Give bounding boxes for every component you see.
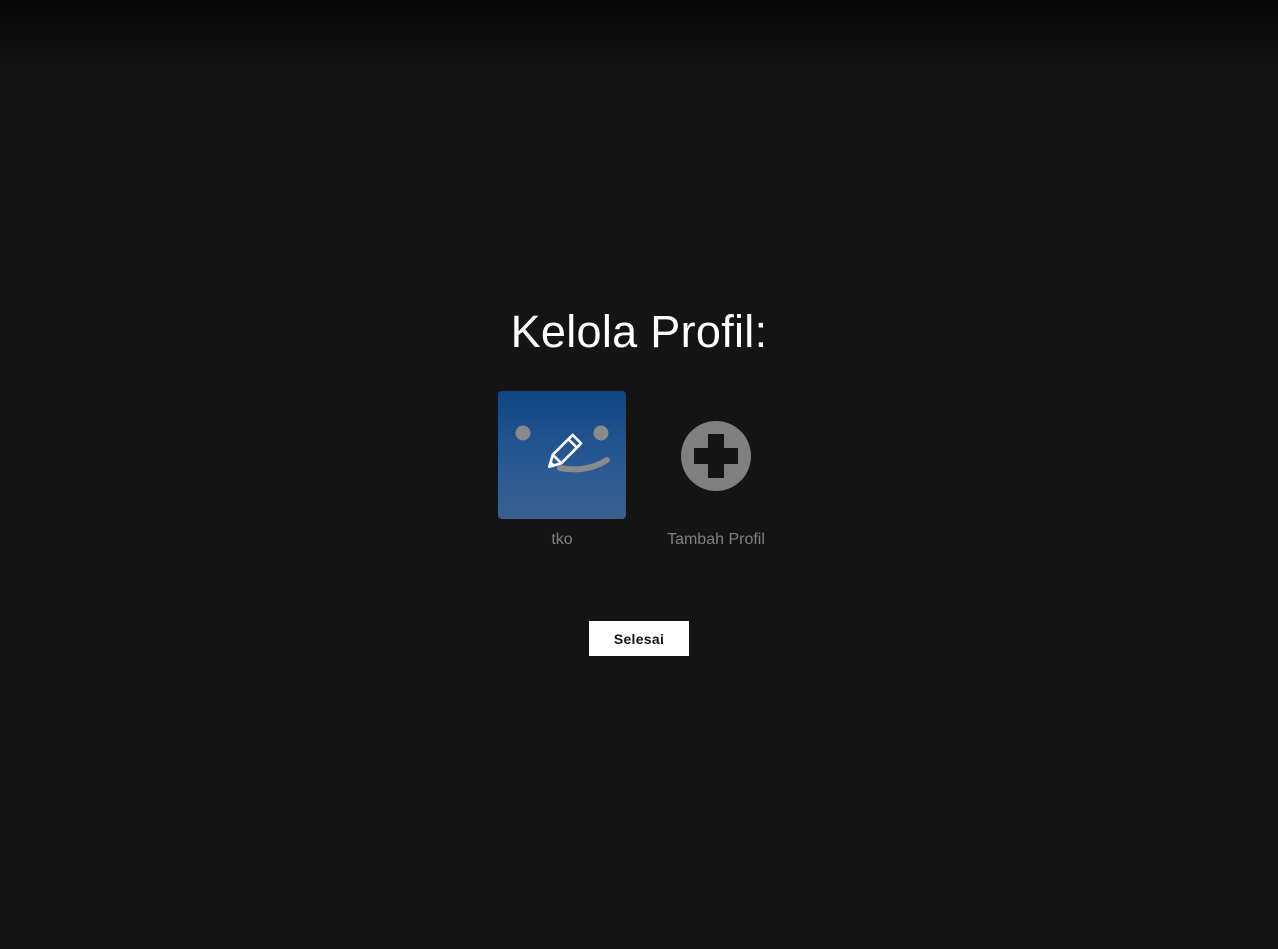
profile-item-tko[interactable]: tko — [498, 391, 626, 550]
profile-name: tko — [551, 531, 573, 548]
pencil-icon — [547, 433, 583, 469]
plus-circle-icon — [681, 421, 751, 491]
done-button[interactable]: Selesai — [589, 621, 689, 656]
add-profile-button[interactable]: Tambah Profil — [652, 391, 780, 550]
profile-list: tko Tambah Profil — [0, 391, 1278, 561]
add-profile-tile[interactable] — [652, 391, 780, 519]
add-profile-label: Tambah Profil — [667, 531, 765, 548]
top-gradient — [0, 0, 1278, 70]
profile-avatar[interactable] — [498, 391, 626, 519]
page-title: Kelola Profil: — [510, 306, 768, 357]
